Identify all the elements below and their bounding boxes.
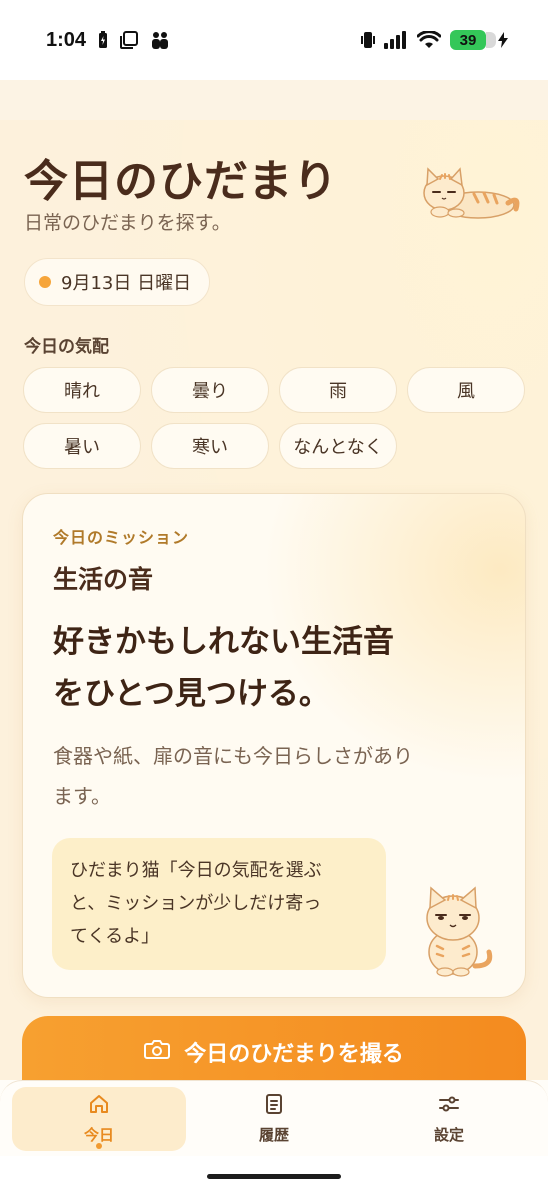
take-photo-button[interactable]: 今日のひだまりを撮る: [22, 1016, 526, 1088]
status-time: 1:04: [46, 28, 87, 51]
speech-line-3: てくるよ」: [70, 926, 160, 947]
nav-label-history: 履歴: [258, 1125, 289, 1144]
mission-label: 今日のミッション: [53, 528, 190, 547]
page-title: 今日のひだまり: [24, 156, 339, 207]
mission-main-text: 好きかもしれない生活音 をひとつ見つける。: [53, 616, 503, 720]
mission-description: 食器や紙、扉の音にも今日らしさがあり ます。: [53, 736, 503, 816]
speech-line-1: ひだまり猫「今日の気配を選ぶ: [70, 860, 322, 881]
battery-indicator: 39: [450, 30, 508, 50]
wifi-icon: [417, 31, 441, 49]
sitting-cat-icon: [426, 886, 493, 977]
mission-main-line-2: をひとつ見つける。: [53, 676, 330, 712]
mood-section-label: 今日の気配: [24, 337, 109, 357]
mood-chip-hot[interactable]: 暑い: [23, 423, 141, 469]
nav-item-history[interactable]: 履歴: [187, 1087, 361, 1151]
mood-chip-cold[interactable]: 寒い: [151, 423, 269, 469]
nav-item-today[interactable]: 今日: [12, 1087, 186, 1151]
date-text: 9月13日 日曜日: [61, 273, 192, 294]
list-icon: [265, 1093, 283, 1118]
lying-cat-icon: [423, 167, 520, 219]
mood-chip-somehow[interactable]: なんとなく: [279, 423, 397, 469]
mission-desc-line-2: ます。: [53, 784, 111, 808]
camera-icon: [144, 1038, 171, 1066]
status-right: 39: [361, 30, 508, 50]
mission-card: 今日のミッション 生活の音 好きかもしれない生活音 をひとつ見つける。 食器や紙…: [22, 493, 526, 998]
date-pill: 9月13日 日曜日: [24, 258, 211, 306]
vibrate-icon: [361, 31, 375, 49]
mission-desc-line-1: 食器や紙、扉の音にも今日らしさがあり: [53, 744, 413, 768]
battery-level: 39: [450, 30, 496, 50]
mood-chip-wind[interactable]: 風: [407, 367, 525, 413]
cat-speech-bubble: ひだまり猫「今日の気配を選ぶ と、ミッションが少しだけ寄っ てくるよ」: [52, 838, 386, 970]
mission-main-line-1: 好きかもしれない生活音: [53, 624, 394, 660]
speech-line-2: と、ミッションが少しだけ寄っ: [70, 893, 322, 914]
home-icon: [88, 1094, 110, 1118]
take-photo-label: 今日のひだまりを撮る: [184, 1042, 404, 1067]
sliders-icon: [438, 1094, 460, 1118]
mood-chip-rain[interactable]: 雨: [279, 367, 397, 413]
signal-icon: [384, 31, 408, 49]
bottom-nav: 今日 履歴 設定: [0, 1080, 548, 1156]
battery-charging-icon: [98, 31, 108, 49]
active-dot: [96, 1143, 102, 1149]
copy-icon: [120, 31, 139, 49]
home-indicator[interactable]: [207, 1174, 341, 1179]
status-left: 1:04: [46, 29, 170, 52]
date-dot-icon: [39, 276, 51, 288]
people-icon: [150, 31, 170, 49]
nav-label-settings: 設定: [433, 1125, 464, 1144]
mood-chip-cloudy[interactable]: 曇り: [151, 367, 269, 413]
status-bar: 1:04 39: [0, 0, 548, 80]
nav-item-settings[interactable]: 設定: [362, 1087, 536, 1151]
nav-label-today: 今日: [83, 1125, 114, 1144]
mission-theme: 生活の音: [53, 565, 154, 594]
mood-chip-sunny[interactable]: 晴れ: [23, 367, 141, 413]
page-subtitle: 日常のひだまりを探す。: [24, 212, 231, 234]
page-top-band: [0, 80, 548, 120]
charging-bolt-icon: [498, 32, 508, 48]
